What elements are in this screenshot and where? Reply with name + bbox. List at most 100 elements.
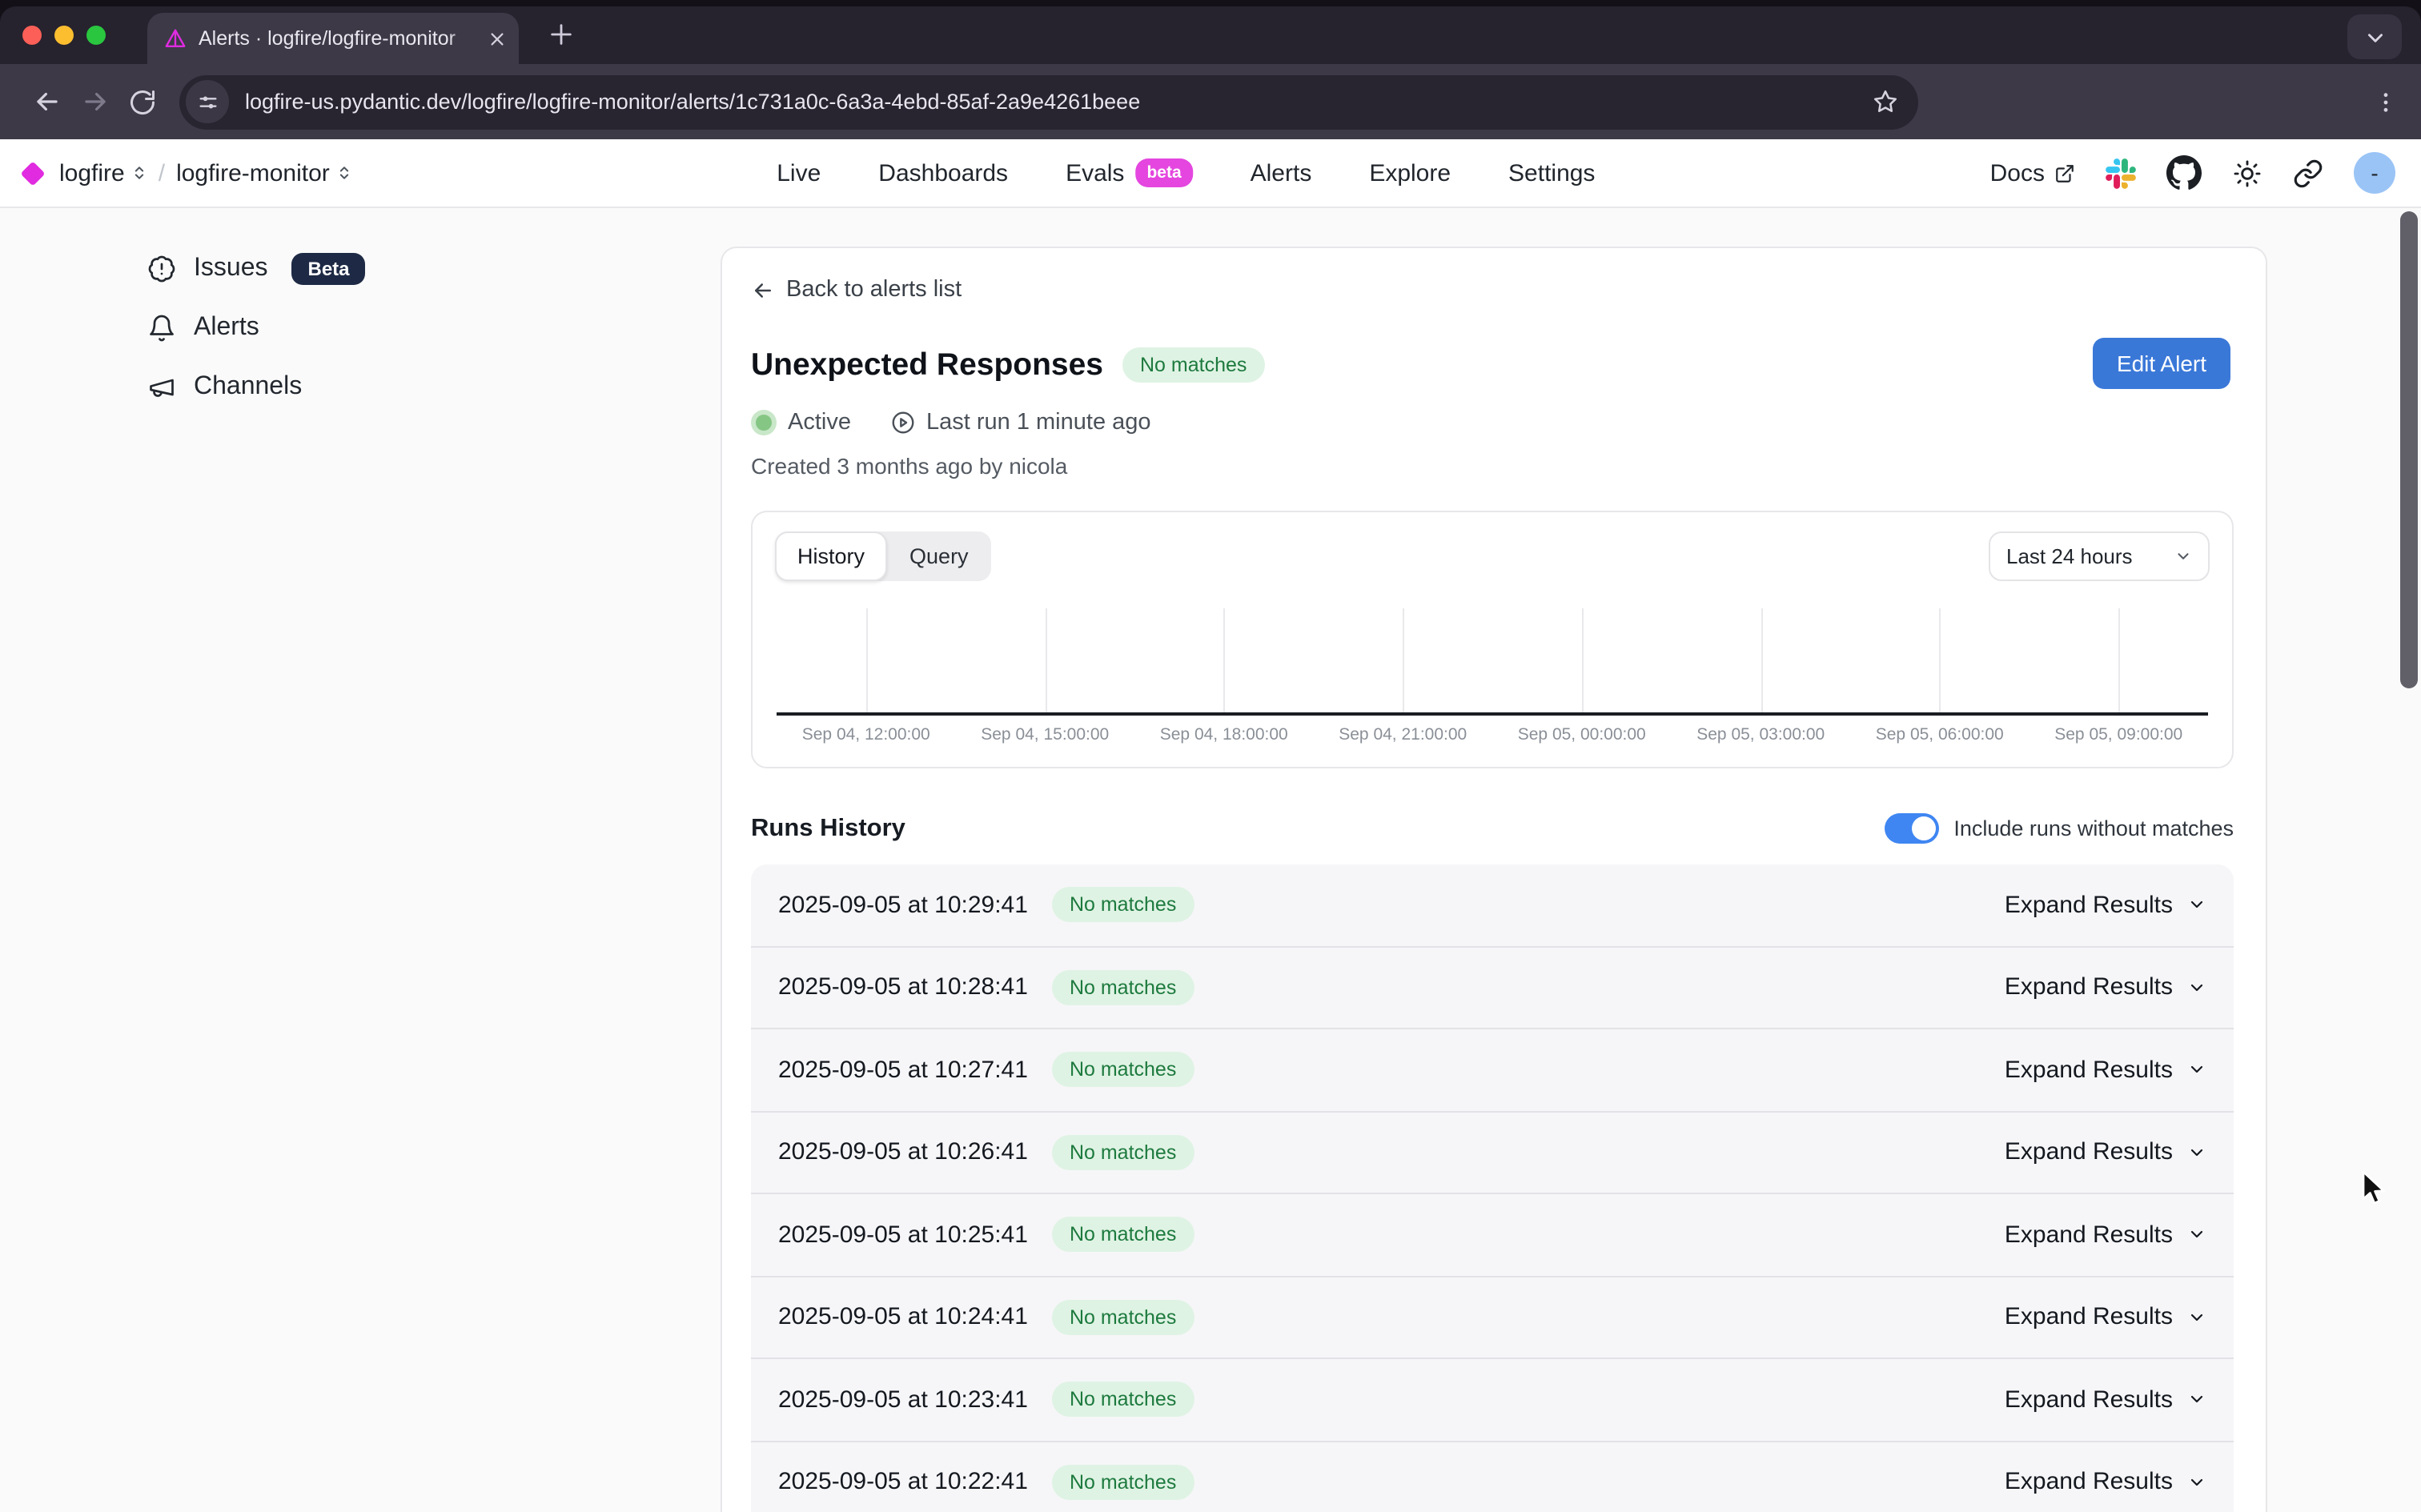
reload-button[interactable]: [118, 78, 167, 126]
breadcrumb: logfire / logfire-monitor: [0, 159, 352, 186]
no-matches-badge: No matches: [1052, 1465, 1194, 1500]
docs-link[interactable]: Docs: [1990, 159, 2075, 186]
sidebar-item-channels[interactable]: Channels: [147, 368, 366, 405]
close-tab-icon[interactable]: [488, 30, 506, 47]
project-selector[interactable]: logfire-monitor: [176, 159, 352, 186]
theme-sun-icon[interactable]: [2232, 158, 2262, 188]
header-actions: Docs -: [1990, 152, 2421, 194]
page-body: Issues Beta Alerts Channels: [0, 208, 2421, 1512]
url-bar[interactable]: logfire-us.pydantic.dev/logfire/logfire-…: [179, 74, 1918, 129]
history-chart-plot: [777, 608, 2208, 712]
run-row: 2025-09-05 at 10:24:41 No matches Expand…: [751, 1277, 2234, 1359]
nav-dashboards[interactable]: Dashboards: [878, 159, 1008, 186]
alert-detail-card: Back to alerts list Unexpected Responses…: [721, 247, 2267, 1512]
expand-results-button[interactable]: Expand Results: [2005, 1386, 2206, 1414]
tab-query[interactable]: Query: [887, 531, 991, 581]
expand-results-button[interactable]: Expand Results: [2005, 974, 2206, 1001]
close-window-button[interactable]: [22, 26, 42, 45]
link-icon[interactable]: [2293, 158, 2323, 188]
chevron-down-icon: [2187, 1473, 2206, 1492]
include-runs-toggle[interactable]: [1885, 813, 1939, 844]
run-row: 2025-09-05 at 10:27:41 No matches Expand…: [751, 1029, 2234, 1112]
back-button[interactable]: [22, 78, 70, 126]
nav-settings[interactable]: Settings: [1508, 159, 1595, 186]
no-matches-badge: No matches: [1052, 1053, 1194, 1088]
expand-results-button[interactable]: Expand Results: [2005, 892, 2206, 919]
browser-menu-icon[interactable]: [2373, 89, 2399, 114]
alert-status-row: Active Last run 1 minute ago: [751, 410, 2234, 435]
x-axis-labels: Sep 04, 12:00:00 Sep 04, 15:00:00 Sep 04…: [777, 725, 2208, 751]
expand-results-button[interactable]: Expand Results: [2005, 1304, 2206, 1331]
megaphone-icon: [147, 372, 176, 401]
app-header: logfire / logfire-monitor Live Dashboard…: [0, 139, 2421, 208]
browser-toolbar: logfire-us.pydantic.dev/logfire/logfire-…: [0, 64, 2421, 139]
active-status-icon: [751, 410, 777, 435]
expand-results-button[interactable]: Expand Results: [2005, 1469, 2206, 1496]
sidebar: Issues Beta Alerts Channels: [147, 250, 366, 405]
screen: Alerts · logfire/logfire-monitor: [0, 0, 2421, 1512]
tab-strip: Alerts · logfire/logfire-monitor: [0, 6, 2421, 64]
last-run: Last run 1 minute ago: [889, 410, 1151, 435]
page-title: Unexpected Responses: [751, 347, 1103, 383]
edit-alert-button[interactable]: Edit Alert: [2093, 338, 2230, 389]
arrow-left-icon: [751, 278, 775, 302]
chevron-down-icon: [2187, 896, 2206, 915]
slack-icon[interactable]: [2106, 158, 2136, 188]
run-row: 2025-09-05 at 10:25:41 No matches Expand…: [751, 1194, 2234, 1277]
no-matches-badge: No matches: [1052, 1382, 1194, 1418]
url-text: logfire-us.pydantic.dev/logfire/logfire-…: [245, 90, 1872, 114]
nav-evals[interactable]: Evals beta: [1066, 158, 1193, 187]
chevron-updown-icon: [131, 165, 147, 181]
new-tab-button[interactable]: [548, 21, 575, 48]
user-avatar[interactable]: -: [2354, 152, 2395, 194]
run-row: 2025-09-05 at 10:26:41 No matches Expand…: [751, 1112, 2234, 1194]
no-matches-badge: No matches: [1052, 1300, 1194, 1335]
sidebar-item-issues[interactable]: Issues Beta: [147, 250, 366, 287]
back-to-alerts-link[interactable]: Back to alerts list: [751, 277, 2234, 303]
nav-live[interactable]: Live: [777, 159, 821, 186]
chevron-down-icon: [2187, 978, 2206, 997]
play-circle-icon: [889, 410, 915, 435]
runs-list: 2025-09-05 at 10:29:41 No matches Expand…: [751, 864, 2234, 1512]
logfire-logo-icon: [20, 160, 45, 185]
include-runs-toggle-group: Include runs without matches: [1885, 813, 2234, 844]
browser-window: Alerts · logfire/logfire-monitor: [0, 6, 2421, 1512]
org-selector[interactable]: logfire: [59, 159, 147, 186]
expand-results-button[interactable]: Expand Results: [2005, 1139, 2206, 1166]
runs-history-header: Runs History Include runs without matche…: [751, 813, 2234, 844]
run-row: 2025-09-05 at 10:23:41 No matches Expand…: [751, 1359, 2234, 1442]
nav-alerts[interactable]: Alerts: [1251, 159, 1312, 186]
maximize-window-button[interactable]: [86, 26, 106, 45]
time-range-select[interactable]: Last 24 hours: [1989, 531, 2210, 581]
expand-results-button[interactable]: Expand Results: [2005, 1221, 2206, 1249]
breadcrumb-separator: /: [159, 159, 165, 186]
github-icon[interactable]: [2166, 155, 2202, 191]
no-matches-badge: No matches: [1052, 970, 1194, 1005]
tab-search-button[interactable]: [2347, 14, 2402, 59]
run-row: 2025-09-05 at 10:22:41 No matches Expand…: [751, 1442, 2234, 1512]
site-settings-icon[interactable]: [186, 80, 229, 123]
status-badge: No matches: [1122, 347, 1264, 383]
forward-button[interactable]: [70, 78, 118, 126]
history-chart-card: History Query Last 24 hours: [751, 511, 2234, 768]
no-matches-badge: No matches: [1052, 1217, 1194, 1253]
main-nav: Live Dashboards Evals beta Alerts Explor…: [777, 158, 1595, 187]
logfire-favicon-icon: [163, 26, 187, 50]
sidebar-item-alerts[interactable]: Alerts: [147, 309, 366, 346]
expand-results-button[interactable]: Expand Results: [2005, 1057, 2206, 1084]
no-matches-badge: No matches: [1052, 1135, 1194, 1170]
tab-history[interactable]: History: [775, 531, 887, 581]
run-row: 2025-09-05 at 10:29:41 No matches Expand…: [751, 864, 2234, 947]
window-controls: [22, 26, 106, 45]
chevron-down-icon: [2187, 1308, 2206, 1327]
bookmark-star-icon[interactable]: [1872, 88, 1899, 115]
browser-tab[interactable]: Alerts · logfire/logfire-monitor: [147, 13, 519, 64]
minimize-window-button[interactable]: [54, 26, 74, 45]
runs-history-title: Runs History: [751, 814, 905, 843]
x-axis-line: [777, 712, 2208, 716]
nav-explore[interactable]: Explore: [1369, 159, 1451, 186]
history-query-tabs: History Query: [775, 531, 991, 581]
chevron-down-icon: [2187, 1390, 2206, 1410]
scrollbar-thumb[interactable]: [2400, 211, 2418, 688]
chevron-down-icon: [2174, 547, 2192, 565]
